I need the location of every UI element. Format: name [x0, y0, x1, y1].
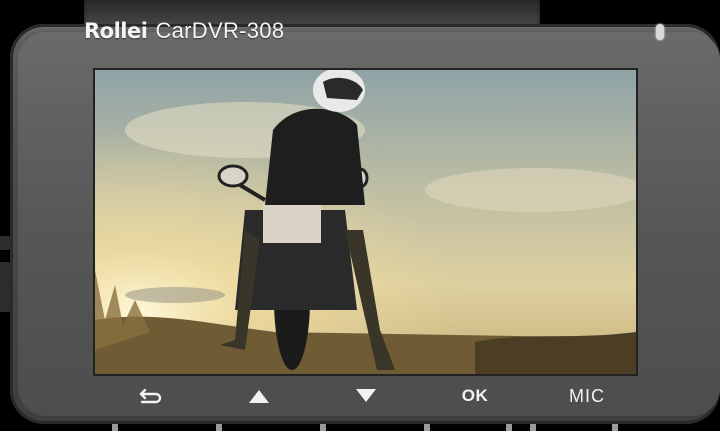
model-name: CarDVR-308: [155, 18, 285, 43]
display-screen: [95, 70, 636, 374]
vent-slot: [612, 424, 618, 431]
mic-label: MIC: [569, 385, 605, 406]
brand-label: Rollei CarDVR-308: [84, 18, 284, 48]
vent-slot: [112, 424, 118, 431]
side-button-2[interactable]: [0, 262, 10, 312]
return-arrow-icon: [139, 388, 162, 404]
triangle-up-icon: [249, 390, 269, 403]
triangle-down-icon: [356, 389, 376, 402]
vent-slot: [506, 424, 512, 431]
back-button[interactable]: [136, 384, 166, 408]
status-led: [656, 24, 664, 40]
brand-logo: Rollei: [84, 19, 148, 43]
vent-slot: [216, 424, 222, 431]
mic-button[interactable]: MIC: [562, 384, 612, 408]
ok-label: OK: [461, 386, 489, 405]
side-button-1[interactable]: [0, 236, 10, 250]
vent-slot: [424, 424, 430, 431]
motorcycle-sunset-photo: [95, 70, 636, 374]
down-button[interactable]: [351, 384, 381, 408]
vent-slot: [530, 424, 536, 431]
vent-slot: [320, 424, 326, 431]
up-button[interactable]: [244, 384, 274, 408]
ok-button[interactable]: OK: [455, 384, 495, 408]
